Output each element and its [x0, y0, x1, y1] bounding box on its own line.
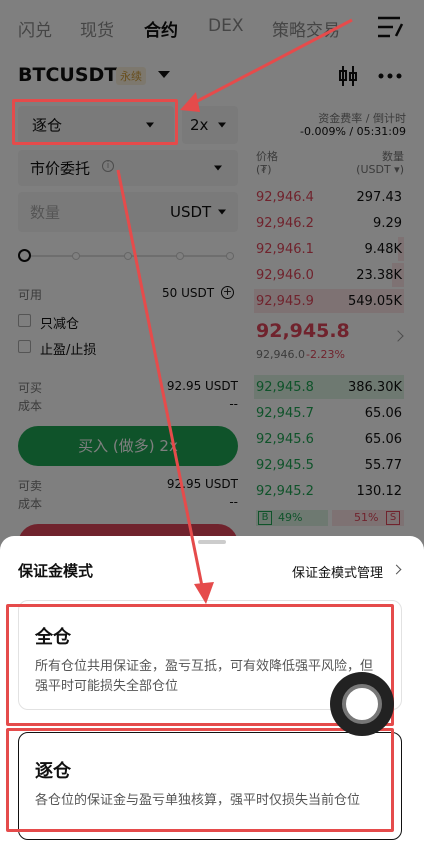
sheet-title: 保证金模式	[18, 562, 94, 580]
isolated-title: 逐仓	[35, 761, 71, 782]
sheet-handle[interactable]	[198, 540, 226, 544]
floating-assist-button[interactable]	[330, 672, 394, 736]
cross-title: 全仓	[35, 627, 71, 648]
margin-mode-manage-link[interactable]: 保证金模式管理	[292, 562, 383, 581]
cross-desc: 所有仓位共用保证金，盈亏互抵，可有效降低强平风险，但强平时可能损失全部仓位	[35, 659, 374, 694]
isolated-desc: 各仓位的保证金与盈亏单独核算，强平时仅损失当前仓位	[35, 793, 361, 808]
isolated-margin-option[interactable]: 逐仓 各仓位的保证金与盈亏单独核算，强平时仅损失当前仓位	[18, 732, 402, 840]
